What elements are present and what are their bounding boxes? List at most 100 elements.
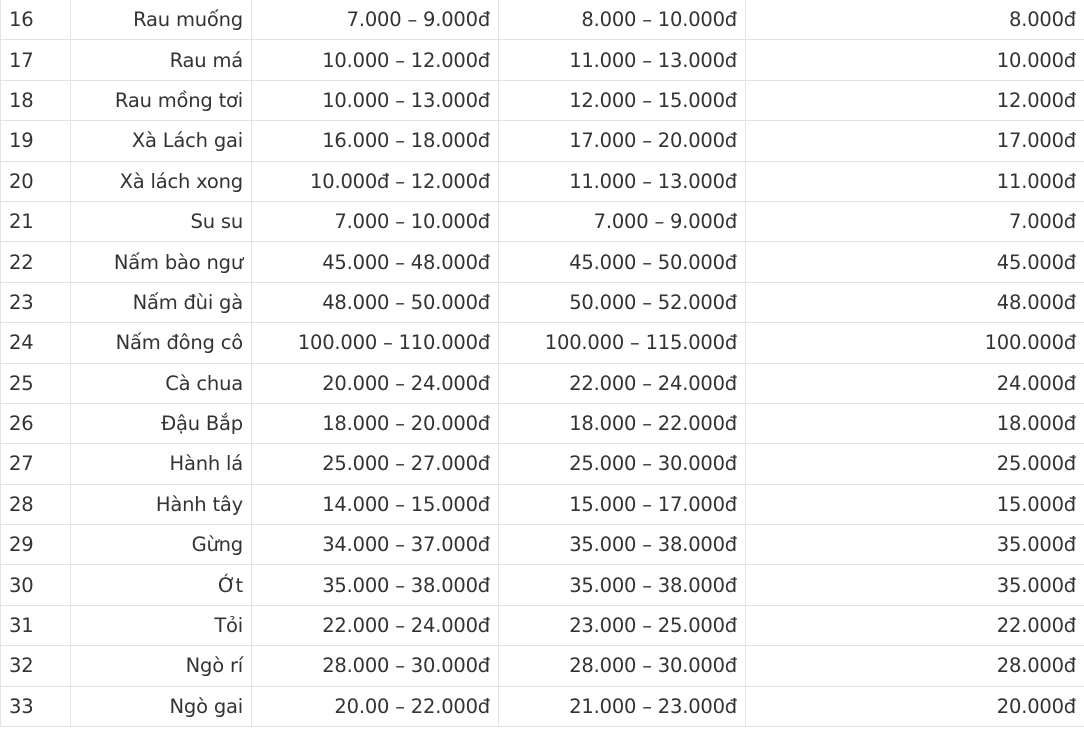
vegetable-name: Cà chua <box>70 362 252 404</box>
price-range-2: 35.000 – 38.000đ <box>498 524 746 566</box>
row-number: 31 <box>0 604 71 647</box>
row-number: 22 <box>0 241 71 283</box>
price-range-1: 35.000 – 38.000đ <box>251 564 499 606</box>
vegetable-name: Ngò gai <box>70 685 252 728</box>
vegetable-name: Nấm bào ngư <box>70 241 252 283</box>
vegetable-name: Đậu Bắp <box>70 402 252 445</box>
table-row: 21 Su su 7.000 – 10.000đ 7.000 – 9.000đ … <box>0 200 1084 243</box>
row-number: 17 <box>0 39 71 81</box>
table-row: 28 Hành tây 14.000 – 15.000đ 15.000 – 17… <box>0 483 1084 526</box>
row-number: 29 <box>0 524 71 566</box>
price-range-1: 10.000đ – 12.000đ <box>251 160 499 202</box>
price-range-2: 21.000 – 23.000đ <box>498 685 746 728</box>
table-row: 26 Đậu Bắp 18.000 – 20.000đ 18.000 – 22.… <box>0 402 1084 445</box>
vegetable-name: Su su <box>70 200 252 243</box>
row-number: 25 <box>0 362 71 404</box>
price-single: 15.000đ <box>745 483 1084 526</box>
row-number: 27 <box>0 443 71 485</box>
price-range-2: 11.000 – 13.000đ <box>498 39 746 81</box>
price-range-2: 12.000 – 15.000đ <box>498 79 746 122</box>
price-single: 11.000đ <box>745 160 1084 202</box>
vegetable-name: Tỏi <box>70 604 252 647</box>
table-row: 18 Rau mồng tơi 10.000 – 13.000đ 12.000 … <box>0 79 1084 122</box>
price-range-2: 17.000 – 20.000đ <box>498 120 746 162</box>
price-range-2: 28.000 – 30.000đ <box>498 645 746 687</box>
vegetable-name: Rau mồng tơi <box>70 79 252 122</box>
price-table-body: 16 Rau muống 7.000 – 9.000đ 8.000 – 10.0… <box>0 0 1084 728</box>
price-range-2: 35.000 – 38.000đ <box>498 564 746 606</box>
price-single: 20.000đ <box>745 685 1084 728</box>
price-range-2: 100.000 – 115.000đ <box>498 322 746 364</box>
table-row: 19 Xà Lách gai 16.000 – 18.000đ 17.000 –… <box>0 120 1084 162</box>
price-range-2: 45.000 – 50.000đ <box>498 241 746 283</box>
price-range-1: 20.000 – 24.000đ <box>251 362 499 404</box>
price-range-2: 25.000 – 30.000đ <box>498 443 746 485</box>
table-row: 25 Cà chua 20.000 – 24.000đ 22.000 – 24.… <box>0 362 1084 404</box>
price-range-2: 50.000 – 52.000đ <box>498 281 746 324</box>
vegetable-name: Gừng <box>70 524 252 566</box>
price-range-2: 18.000 – 22.000đ <box>498 402 746 445</box>
table-row: 30 Ớt 35.000 – 38.000đ 35.000 – 38.000đ … <box>0 564 1084 606</box>
price-range-1: 28.000 – 30.000đ <box>251 645 499 687</box>
price-range-1: 100.000 – 110.000đ <box>251 322 499 364</box>
row-number: 18 <box>0 79 71 122</box>
price-single: 18.000đ <box>745 402 1084 445</box>
price-single: 100.000đ <box>745 322 1084 364</box>
price-range-2: 22.000 – 24.000đ <box>498 362 746 404</box>
price-range-2: 8.000 – 10.000đ <box>498 0 746 41</box>
table-row: 33 Ngò gai 20.00 – 22.000đ 21.000 – 23.0… <box>0 685 1084 728</box>
price-range-1: 7.000 – 10.000đ <box>251 200 499 243</box>
table-row: 27 Hành lá 25.000 – 27.000đ 25.000 – 30.… <box>0 443 1084 485</box>
price-table: 16 Rau muống 7.000 – 9.000đ 8.000 – 10.0… <box>0 0 1084 728</box>
table-row: 20 Xà lách xong 10.000đ – 12.000đ 11.000… <box>0 160 1084 202</box>
price-single: 48.000đ <box>745 281 1084 324</box>
price-range-2: 15.000 – 17.000đ <box>498 483 746 526</box>
price-range-1: 16.000 – 18.000đ <box>251 120 499 162</box>
price-range-2: 23.000 – 25.000đ <box>498 604 746 647</box>
row-number: 23 <box>0 281 71 324</box>
price-single: 10.000đ <box>745 39 1084 81</box>
table-row: 29 Gừng 34.000 – 37.000đ 35.000 – 38.000… <box>0 524 1084 566</box>
row-number: 30 <box>0 564 71 606</box>
price-range-1: 14.000 – 15.000đ <box>251 483 499 526</box>
row-number: 33 <box>0 685 71 728</box>
price-range-1: 10.000 – 13.000đ <box>251 79 499 122</box>
vegetable-name: Hành lá <box>70 443 252 485</box>
price-single: 17.000đ <box>745 120 1084 162</box>
price-range-1: 10.000 – 12.000đ <box>251 39 499 81</box>
price-single: 35.000đ <box>745 564 1084 606</box>
table-row: 23 Nấm đùi gà 48.000 – 50.000đ 50.000 – … <box>0 281 1084 324</box>
price-range-1: 22.000 – 24.000đ <box>251 604 499 647</box>
table-row: 16 Rau muống 7.000 – 9.000đ 8.000 – 10.0… <box>0 0 1084 41</box>
price-range-1: 7.000 – 9.000đ <box>251 0 499 41</box>
table-row: 31 Tỏi 22.000 – 24.000đ 23.000 – 25.000đ… <box>0 604 1084 647</box>
row-number: 24 <box>0 322 71 364</box>
vegetable-name: Rau má <box>70 39 252 81</box>
price-range-1: 18.000 – 20.000đ <box>251 402 499 445</box>
row-number: 32 <box>0 645 71 687</box>
vegetable-name: Nấm đông cô <box>70 322 252 364</box>
vegetable-name: Ớt <box>70 564 252 606</box>
price-range-1: 20.00 – 22.000đ <box>251 685 499 728</box>
table-row: 32 Ngò rí 28.000 – 30.000đ 28.000 – 30.0… <box>0 645 1084 687</box>
price-single: 24.000đ <box>745 362 1084 404</box>
price-range-1: 45.000 – 48.000đ <box>251 241 499 283</box>
vegetable-name: Nấm đùi gà <box>70 281 252 324</box>
price-single: 28.000đ <box>745 645 1084 687</box>
vegetable-name: Hành tây <box>70 483 252 526</box>
price-range-1: 34.000 – 37.000đ <box>251 524 499 566</box>
price-single: 8.000đ <box>745 0 1084 41</box>
price-single: 45.000đ <box>745 241 1084 283</box>
price-single: 35.000đ <box>745 524 1084 566</box>
vegetable-name: Xà Lách gai <box>70 120 252 162</box>
price-range-1: 25.000 – 27.000đ <box>251 443 499 485</box>
row-number: 19 <box>0 120 71 162</box>
row-number: 20 <box>0 160 71 202</box>
row-number: 28 <box>0 483 71 526</box>
vegetable-name: Xà lách xong <box>70 160 252 202</box>
price-single: 7.000đ <box>745 200 1084 243</box>
table-row: 17 Rau má 10.000 – 12.000đ 11.000 – 13.0… <box>0 39 1084 81</box>
price-single: 25.000đ <box>745 443 1084 485</box>
price-range-2: 11.000 – 13.000đ <box>498 160 746 202</box>
row-number: 21 <box>0 200 71 243</box>
